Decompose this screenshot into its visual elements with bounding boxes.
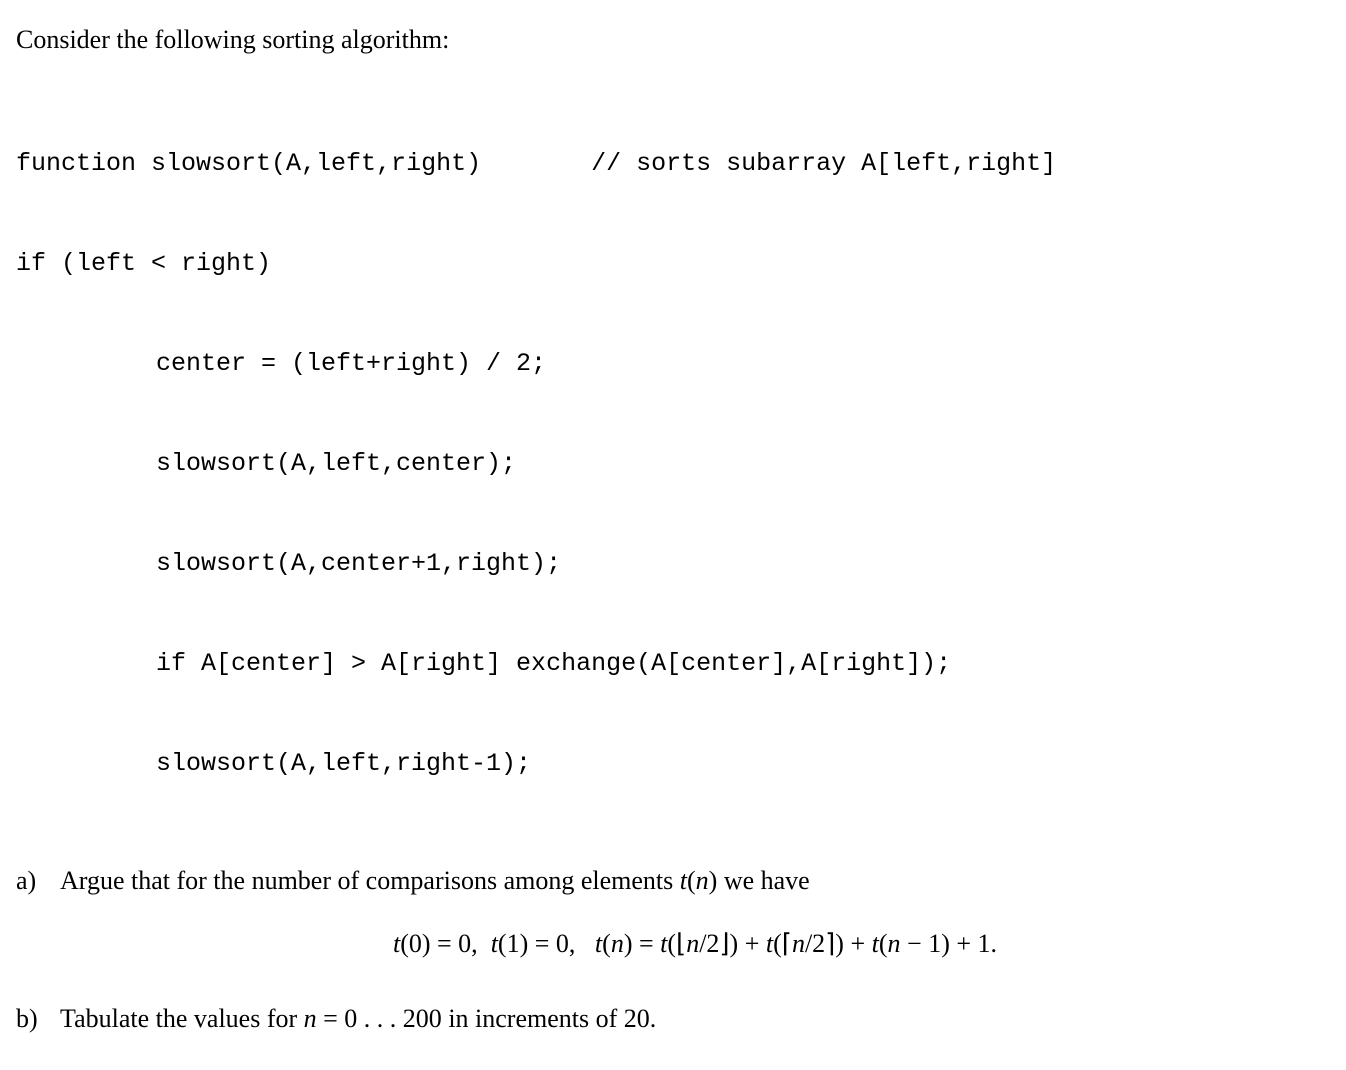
code-line-1: function slowsort(A,left,right) // sorts … — [16, 139, 1330, 189]
eq-t1: t(1) = 0, — [491, 929, 595, 958]
equation-display: t(0) = 0, t(1) = 0, t(n) = t(⌊n/2⌋) + t(… — [60, 924, 1330, 963]
code-line-5: slowsort(A,center+1,right); — [16, 539, 1330, 589]
intro-text: Consider the following sorting algorithm… — [16, 20, 1330, 59]
eq-tn: t(n) = t(⌊n/2⌋) + t(⌈n/2⌉) + t(n − 1) + … — [595, 929, 997, 958]
part-a-text-before: Argue that for the number of comparisons… — [60, 866, 680, 895]
eq-t0: t(0) = 0, — [393, 929, 491, 958]
code-line-2: if (left < right) — [16, 239, 1330, 289]
part-a-body: Argue that for the number of comparisons… — [60, 861, 1330, 987]
part-a-label: a) — [16, 861, 60, 900]
part-b-body: Tabulate the values for n = 0 . . . 200 … — [60, 999, 1330, 1038]
part-b-text-before: Tabulate the values for — [60, 1004, 304, 1033]
code-comment: // sorts subarray A[left,right] — [591, 149, 1056, 178]
part-b-text-after: in increments of 20. — [442, 1004, 656, 1033]
code-line-3: center = (left+right) / 2; — [16, 339, 1330, 389]
math-n-range: n = 0 . . . 200 — [304, 1004, 442, 1033]
part-b: b) Tabulate the values for n = 0 . . . 2… — [16, 999, 1330, 1038]
code-fn-decl: function slowsort(A,left,right) — [16, 149, 481, 178]
code-line-7: slowsort(A,left,right-1); — [16, 739, 1330, 789]
part-b-label: b) — [16, 999, 60, 1038]
code-line-4: slowsort(A,left,center); — [16, 439, 1330, 489]
part-a-text-after: we have — [717, 866, 809, 895]
part-a: a) Argue that for the number of comparis… — [16, 861, 1330, 987]
code-block: function slowsort(A,left,right) // sorts … — [16, 89, 1330, 839]
code-line-6: if A[center] > A[right] exchange(A[cente… — [16, 639, 1330, 689]
math-tn: t(n) — [680, 866, 718, 895]
